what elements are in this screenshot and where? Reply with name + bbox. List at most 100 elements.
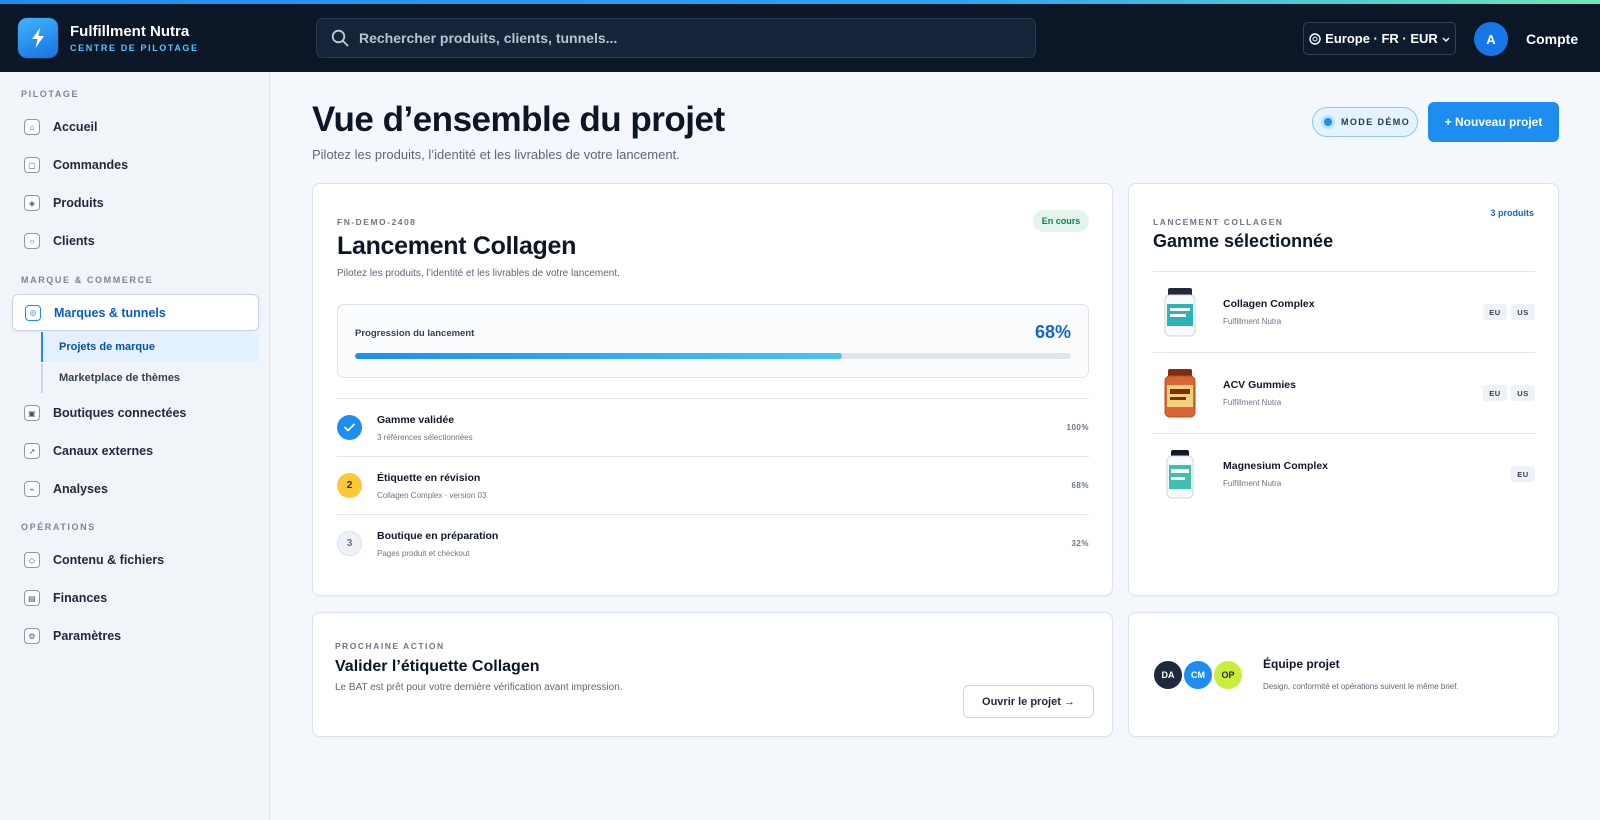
sidebar-item-accueil[interactable]: ⌂ Accueil (12, 110, 259, 144)
product-jar-image (1164, 288, 1196, 337)
market-tag: EU (1511, 466, 1535, 482)
product-brand: Fulfillment Nutra (1223, 479, 1282, 488)
check-icon (337, 415, 362, 440)
range-card: LANCEMENT COLLAGEN 3 produits Gamme séle… (1128, 183, 1559, 596)
sidebar-item-label: Canaux externes (53, 444, 154, 458)
step-percent: 32% (1071, 539, 1089, 548)
sidebar-item-label: Analyses (53, 482, 108, 496)
project-card: FN-DEMO-2408 En cours Lancement Collagen… (312, 183, 1113, 596)
project-code: FN-DEMO-2408 (337, 217, 417, 227)
sidebar: PILOTAGE ⌂ Accueil ▢ Commandes ◈ Produit… (0, 72, 270, 820)
step-subtitle: Collagen Complex · version 03 (377, 491, 487, 500)
market-tag: US (1511, 385, 1535, 401)
open-project-button[interactable]: Ouvrir le projet → (963, 685, 1094, 718)
products-icon: ◈ (24, 195, 40, 211)
clients-icon: ○ (24, 233, 40, 249)
progress-label: Progression du lancement (355, 328, 475, 339)
shops-icon: ▣ (24, 405, 40, 421)
sidebar-item-label: Paramètres (53, 629, 122, 643)
step-title: Gamme validée (377, 414, 455, 426)
lightning-logo-icon[interactable] (18, 18, 58, 58)
team-title: Équipe projet (1263, 657, 1340, 671)
sidebar-item-label: Marques & tunnels (54, 305, 166, 320)
sidebar-item-parametres[interactable]: ⚙ Paramètres (12, 619, 259, 653)
sidebar-item-label: Commandes (53, 158, 129, 172)
team-avatar[interactable]: CM (1182, 659, 1214, 691)
product-jar-image (1164, 369, 1196, 418)
sidebar-item-finances[interactable]: ▤ Finances (12, 581, 259, 615)
team-avatar[interactable]: DA (1152, 659, 1184, 691)
team-avatar[interactable]: OP (1212, 659, 1244, 691)
orders-icon: ▢ (24, 157, 40, 173)
range-title: Gamme sélectionnée (1153, 231, 1334, 251)
sidebar-item-contenu[interactable]: ◇ Contenu & fichiers (12, 543, 259, 577)
sidebar-item-label: Clients (53, 234, 95, 248)
product-row[interactable]: ACV Gummies Fulfillment Nutra EU US (1153, 352, 1535, 433)
team-subtitle: Design, conformité et opérations suivent… (1263, 682, 1459, 691)
range-count[interactable]: 3 produits (1490, 208, 1534, 218)
product-brand: Fulfillment Nutra (1223, 398, 1282, 407)
next-action-title: Valider l’étiquette Collagen (335, 658, 540, 675)
search-bar[interactable] (316, 18, 1036, 58)
region-label: Europe · FR · EUR (1325, 31, 1438, 46)
sidebar-subitem-projets-de-marque[interactable]: Projets de marque (41, 332, 259, 362)
step-percent: 68% (1071, 481, 1089, 490)
market-tag: EU (1483, 304, 1507, 320)
range-eyebrow: LANCEMENT COLLAGEN (1153, 217, 1284, 227)
step-row[interactable]: 3 Boutique en préparation Pages produit … (337, 514, 1089, 572)
brand-subtitle: CENTRE DE PILOTAGE (70, 43, 199, 53)
section-label-pilotage: PILOTAGE (21, 89, 80, 99)
sidebar-item-canaux-externes[interactable]: ↗ Canaux externes (12, 434, 259, 468)
step-title: Boutique en préparation (377, 530, 499, 542)
step-subtitle: 3 références sélectionnées (377, 433, 473, 442)
account-link[interactable]: Compte (1526, 31, 1578, 47)
product-row[interactable]: Magnesium Complex Fulfillment Nutra EU (1153, 433, 1535, 514)
market-tag: EU (1483, 385, 1507, 401)
progress-panel: Progression du lancement 68% (337, 304, 1089, 378)
sidebar-item-label: Produits (53, 196, 104, 210)
analytics-icon: ⌁ (24, 481, 40, 497)
top-bar: Fulfillment Nutra CENTRE DE PILOTAGE Eur… (0, 0, 1600, 72)
home-icon: ⌂ (24, 119, 40, 135)
sidebar-item-analyses[interactable]: ⌁ Analyses (12, 472, 259, 506)
product-name: ACV Gummies (1223, 379, 1296, 391)
product-name: Magnesium Complex (1223, 460, 1329, 472)
content-icon: ◇ (24, 552, 40, 568)
user-avatar[interactable]: A (1474, 22, 1508, 56)
globe-icon (1309, 32, 1321, 45)
step-row[interactable]: 2 Étiquette en révision Collagen Complex… (337, 456, 1089, 514)
market-tag: US (1511, 304, 1535, 320)
sidebar-item-commandes[interactable]: ▢ Commandes (12, 148, 259, 182)
accent-line (0, 0, 1600, 4)
sidebar-item-produits[interactable]: ◈ Produits (12, 186, 259, 220)
demo-mode-badge[interactable]: MODE DÉMO (1312, 107, 1418, 137)
status-badge: En cours (1033, 210, 1089, 232)
product-name: Collagen Complex (1223, 298, 1315, 310)
product-row[interactable]: Collagen Complex Fulfillment Nutra EU US (1153, 271, 1535, 352)
step-title: Étiquette en révision (377, 472, 481, 484)
project-title: Lancement Collagen (337, 232, 577, 260)
settings-icon: ⚙ (24, 628, 40, 644)
next-action-subtitle: Le BAT est prêt pour votre dernière véri… (335, 682, 623, 693)
region-selector[interactable]: Europe · FR · EUR (1303, 22, 1456, 55)
sidebar-item-clients[interactable]: ○ Clients (12, 224, 259, 258)
new-project-button[interactable]: + Nouveau projet (1428, 102, 1559, 142)
search-input[interactable] (359, 30, 1019, 46)
page-title: Vue d’ensemble du projet (312, 100, 725, 139)
chevron-down-icon (1442, 37, 1450, 42)
step-number-badge: 3 (337, 531, 362, 556)
progress-percent: 68% (1034, 322, 1071, 342)
sidebar-subitem-marketplace-themes[interactable]: Marketplace de thèmes (41, 363, 259, 393)
progress-fill (355, 353, 842, 359)
step-row[interactable]: Gamme validée 3 références sélectionnées… (337, 398, 1089, 456)
finances-icon: ▤ (24, 590, 40, 606)
page-subtitle: Pilotez les produits, l’identité et les … (312, 147, 680, 162)
brand-name: Fulfillment Nutra (70, 23, 190, 40)
demo-mode-label: MODE DÉMO (1341, 117, 1411, 127)
sidebar-item-boutiques[interactable]: ▣ Boutiques connectées (12, 396, 259, 430)
sidebar-item-label: Contenu & fichiers (53, 553, 165, 567)
next-action-card: PROCHAINE ACTION Valider l’étiquette Col… (312, 612, 1113, 737)
sidebar-item-marques-tunnels[interactable]: ◎ Marques & tunnels (12, 294, 259, 331)
next-action-eyebrow: PROCHAINE ACTION (335, 641, 445, 651)
brands-icon: ◎ (25, 304, 41, 321)
